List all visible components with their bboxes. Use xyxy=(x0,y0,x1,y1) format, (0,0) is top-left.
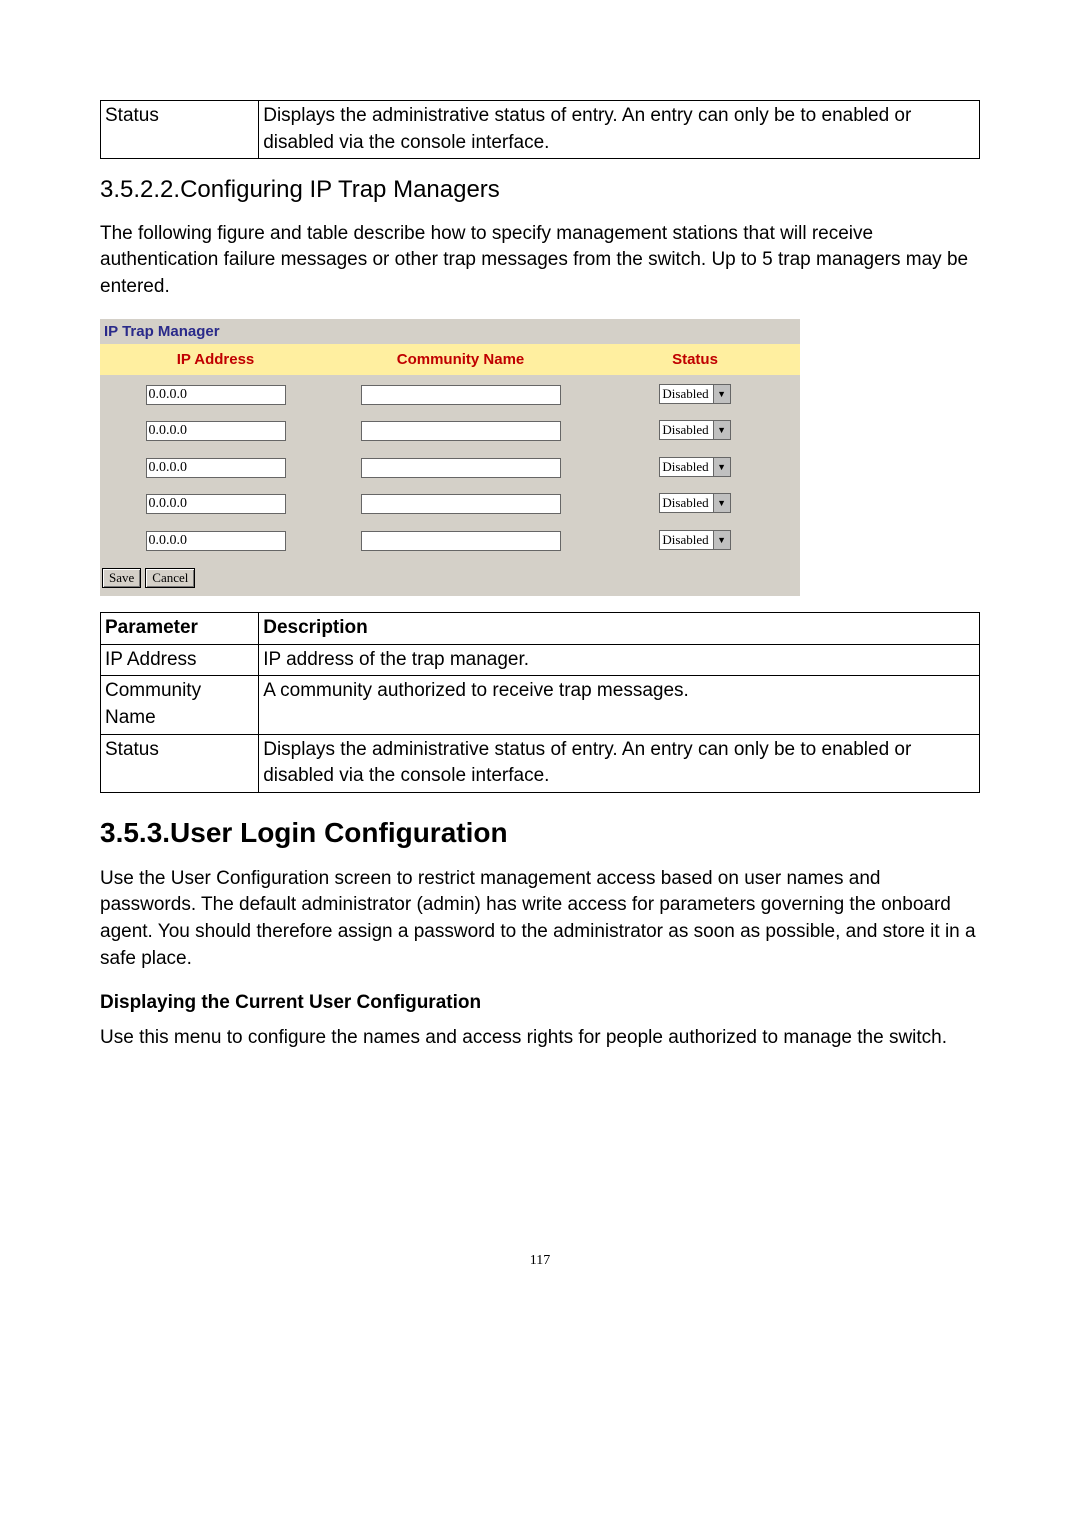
trap-status-select[interactable]: Disabled ▼ xyxy=(659,530,730,550)
trap-status-value: Disabled xyxy=(660,458,712,476)
chevron-down-icon: ▼ xyxy=(713,385,730,403)
trap-status-value: Disabled xyxy=(660,531,712,549)
section-3-5-3-subheading: Displaying the Current User Configuratio… xyxy=(100,990,980,1017)
trap-comm-input[interactable] xyxy=(361,421,561,441)
desc-cell: IP address of the trap manager. xyxy=(259,644,980,676)
trap-header-ip: IP Address xyxy=(100,344,331,375)
chevron-down-icon: ▼ xyxy=(713,494,730,512)
trap-row: Disabled ▼ xyxy=(100,448,800,485)
chevron-down-icon: ▼ xyxy=(713,458,730,476)
trap-comm-input[interactable] xyxy=(361,458,561,478)
param-cell: Community Name xyxy=(101,676,259,734)
status-fragment-param: Status xyxy=(101,101,259,159)
trap-comm-input[interactable] xyxy=(361,385,561,405)
param-cell: IP Address xyxy=(101,644,259,676)
ip-trap-manager-title: IP Trap Manager xyxy=(100,319,800,344)
trap-comm-input[interactable] xyxy=(361,531,561,551)
trap-comm-input[interactable] xyxy=(361,494,561,514)
section-3-5-3-paragraph-1: Use the User Configuration screen to res… xyxy=(100,866,980,972)
page-number: 117 xyxy=(100,1251,980,1271)
trap-ip-input[interactable] xyxy=(146,385,286,405)
ip-trap-manager-panel: IP Trap Manager IP Address Community Nam… xyxy=(100,319,800,597)
ip-trap-manager-table: IP Address Community Name Status Disable… xyxy=(100,344,800,558)
status-fragment-table: Status Displays the administrative statu… xyxy=(100,100,980,159)
trap-status-select[interactable]: Disabled ▼ xyxy=(659,384,730,404)
param-header-description: Description xyxy=(259,613,980,645)
trap-header-status: Status xyxy=(590,344,800,375)
trap-button-row: SaveCancel xyxy=(100,558,800,597)
trap-ip-input[interactable] xyxy=(146,494,286,514)
param-header-parameter: Parameter xyxy=(101,613,259,645)
trap-status-value: Disabled xyxy=(660,421,712,439)
section-3-5-3-paragraph-2: Use this menu to configure the names and… xyxy=(100,1025,980,1052)
trap-row: Disabled ▼ xyxy=(100,484,800,521)
trap-row: Disabled ▼ xyxy=(100,375,800,412)
trap-status-select[interactable]: Disabled ▼ xyxy=(659,420,730,440)
trap-header-comm: Community Name xyxy=(331,344,590,375)
trap-status-value: Disabled xyxy=(660,494,712,512)
trap-ip-input[interactable] xyxy=(146,421,286,441)
section-heading-3-5-2-2: 3.5.2.2.Configuring IP Trap Managers xyxy=(100,173,980,207)
section-3-5-2-2-paragraph: The following figure and table describe … xyxy=(100,221,980,301)
trap-status-select[interactable]: Disabled ▼ xyxy=(659,457,730,477)
desc-cell: Displays the administrative status of en… xyxy=(259,734,980,792)
trap-ip-input[interactable] xyxy=(146,458,286,478)
trap-row: Disabled ▼ xyxy=(100,521,800,558)
trap-parameter-table: Parameter Description IP Address IP addr… xyxy=(100,612,980,793)
trap-ip-input[interactable] xyxy=(146,531,286,551)
cancel-button[interactable]: Cancel xyxy=(145,568,195,588)
section-heading-3-5-3: 3.5.3.User Login Configuration xyxy=(100,813,980,852)
save-button[interactable]: Save xyxy=(102,568,141,588)
trap-status-select[interactable]: Disabled ▼ xyxy=(659,493,730,513)
trap-row: Disabled ▼ xyxy=(100,411,800,448)
chevron-down-icon: ▼ xyxy=(713,421,730,439)
status-fragment-desc: Displays the administrative status of en… xyxy=(259,101,980,159)
param-cell: Status xyxy=(101,734,259,792)
trap-status-value: Disabled xyxy=(660,385,712,403)
desc-cell: A community authorized to receive trap m… xyxy=(259,676,980,734)
chevron-down-icon: ▼ xyxy=(713,531,730,549)
